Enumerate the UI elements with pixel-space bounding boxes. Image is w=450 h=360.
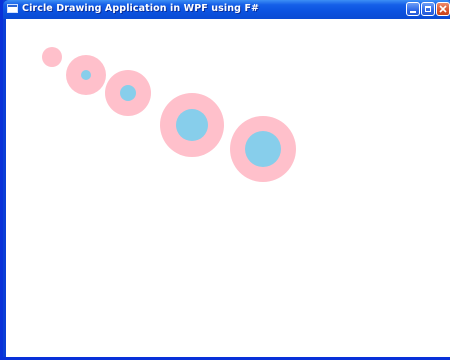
drawing-canvas[interactable] [6,19,450,357]
close-icon [439,5,447,13]
circle-5 [230,116,296,182]
circle-3 [105,70,151,116]
inner-circle [245,131,281,167]
client-area [6,19,450,357]
inner-circle [176,109,208,141]
app-window-icon[interactable] [7,4,18,13]
circle-4 [160,93,224,157]
inner-circle [81,70,91,80]
app-window: Circle Drawing Application in WPF using … [0,0,450,360]
close-button[interactable] [436,2,450,16]
circle-1 [42,47,62,67]
title-bar[interactable]: Circle Drawing Application in WPF using … [3,0,450,19]
window-title: Circle Drawing Application in WPF using … [22,3,260,14]
circle-2 [66,55,106,95]
maximize-icon [425,6,431,12]
minimize-button[interactable] [406,2,420,16]
inner-circle [120,85,136,101]
minimize-icon [410,11,416,13]
maximize-button[interactable] [421,2,435,16]
outer-circle [42,47,62,67]
